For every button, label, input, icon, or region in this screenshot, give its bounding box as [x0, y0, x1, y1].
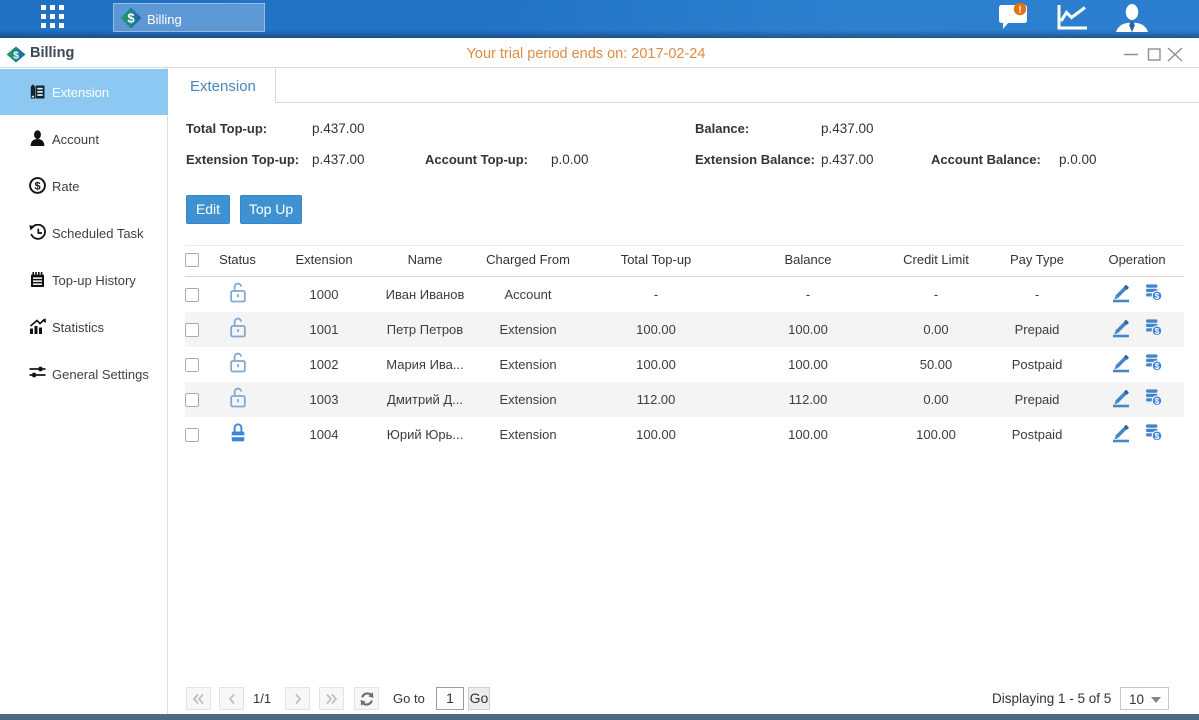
- svg-text:$: $: [1155, 327, 1160, 336]
- svg-text:$: $: [127, 11, 135, 26]
- svg-text:$: $: [1155, 362, 1160, 371]
- svg-text:$: $: [1155, 432, 1160, 441]
- svg-text:$: $: [1155, 397, 1160, 406]
- svg-text:$: $: [13, 50, 19, 62]
- svg-text:$: $: [1155, 292, 1160, 301]
- svg-text:!: !: [1018, 5, 1021, 16]
- svg-text:$: $: [34, 181, 40, 193]
